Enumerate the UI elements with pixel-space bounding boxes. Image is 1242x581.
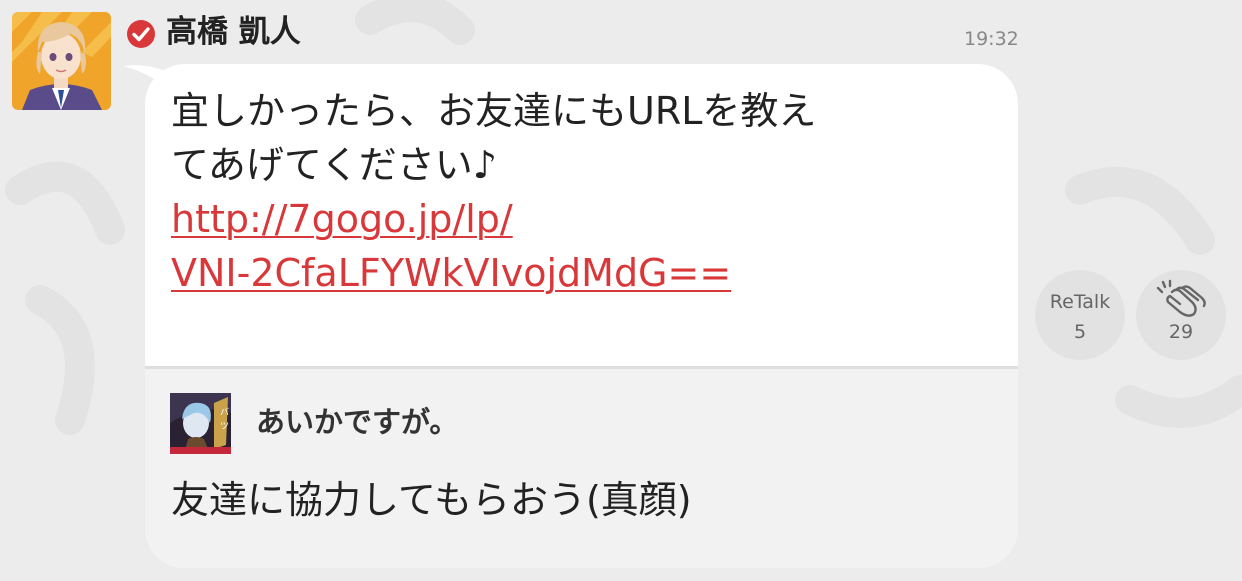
sender-name[interactable]: 高橋 凱人	[166, 12, 301, 52]
svg-text:バ: バ	[220, 407, 229, 418]
retalk-count: 5	[1073, 321, 1087, 343]
post-timestamp: 19:32	[964, 28, 1019, 50]
message-link-line1[interactable]: http://7gogo.jp/lp/	[171, 192, 1001, 246]
svg-text:ツ: ツ	[220, 422, 229, 432]
clap-count: 29	[1168, 321, 1194, 343]
message-link-line2[interactable]: VNI-2CfaLFYWkVIvojdMdG==	[171, 246, 1001, 300]
quoted-post[interactable]: バ ツ あいかですが。 友達に協力してもらおう(真顔)	[145, 366, 1018, 568]
clap-button[interactable]: 29	[1136, 270, 1226, 360]
clap-hands-icon	[1156, 279, 1206, 317]
quoted-author-name[interactable]: あいかですが。	[256, 402, 458, 442]
sender-avatar[interactable]	[12, 12, 111, 110]
message-line: てあげてください♪	[171, 143, 497, 187]
message-line: 宜しかったら、お友達にもURLを教え	[171, 89, 817, 133]
message-body: 宜しかったら、お友達にもURLを教え てあげてください♪ http://7gog…	[171, 84, 1001, 300]
quoted-avatar[interactable]: バ ツ	[170, 393, 231, 454]
quoted-text: 友達に協力してもらおう(真顔)	[171, 478, 692, 522]
retalk-label: ReTalk	[1049, 291, 1111, 313]
retalk-button[interactable]: ReTalk 5	[1035, 270, 1125, 360]
verified-check-icon	[126, 19, 156, 49]
